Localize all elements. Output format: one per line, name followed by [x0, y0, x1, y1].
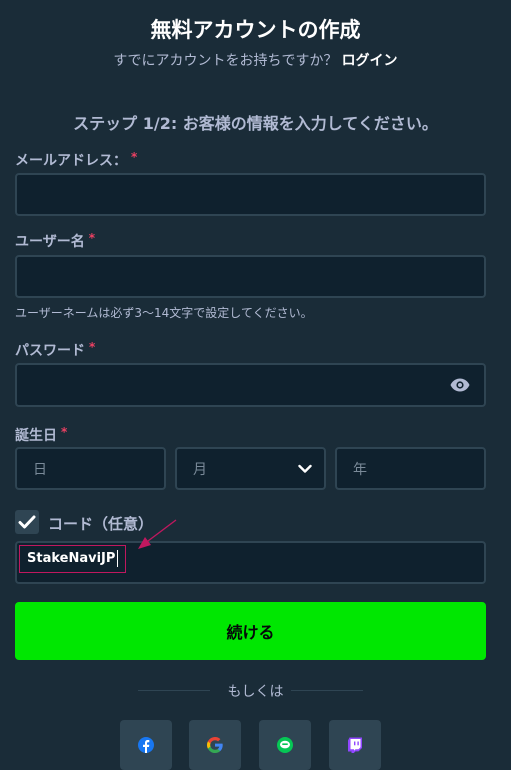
- username-hint: ユーザーネームは必ず3〜14文字で設定してください。: [15, 306, 313, 320]
- dob-label-text: 誕生日: [15, 428, 57, 444]
- code-highlight-box: StakeNaviJP: [19, 545, 126, 573]
- code-checkbox[interactable]: [15, 510, 39, 534]
- required-mark: *: [61, 425, 68, 439]
- continue-button[interactable]: 続ける: [15, 602, 486, 660]
- username-field[interactable]: [15, 255, 486, 298]
- dob-label: 誕生日 *: [15, 425, 67, 445]
- dob-day-placeholder: 日: [33, 461, 47, 478]
- text-cursor: [117, 550, 119, 567]
- annotation-arrow-icon: [138, 519, 177, 549]
- required-mark: *: [88, 231, 96, 245]
- divider-right: [291, 690, 363, 691]
- line-icon: [277, 737, 293, 753]
- login-prompt-text: すでにアカウントをお持ちですか？: [113, 53, 338, 69]
- google-login-button[interactable]: [189, 720, 241, 770]
- password-field[interactable]: [15, 363, 486, 407]
- login-link[interactable]: ログイン: [342, 53, 398, 69]
- google-icon: [207, 737, 223, 753]
- twitch-icon: [348, 737, 362, 753]
- code-input-value: StakeNaviJP: [27, 551, 116, 566]
- twitch-login-button[interactable]: [329, 720, 381, 770]
- username-label: ユーザー名 *: [15, 231, 95, 251]
- eye-icon[interactable]: [450, 378, 470, 392]
- dob-month-placeholder: 月: [193, 461, 207, 478]
- checkmark-icon: [18, 515, 36, 529]
- chevron-down-icon: [298, 464, 312, 473]
- dob-day-input[interactable]: 日: [15, 447, 166, 490]
- page-title: 無料アカウントの作成: [150, 18, 361, 42]
- required-mark: *: [89, 340, 96, 354]
- dob-month-select[interactable]: 月: [175, 447, 326, 490]
- line-login-button[interactable]: [259, 720, 311, 770]
- email-field[interactable]: [15, 173, 486, 216]
- signup-page: 無料アカウントの作成 すでにアカウントをお持ちですか？ ログイン ステップ 1/2…: [0, 0, 511, 770]
- facebook-icon: [138, 737, 154, 753]
- login-prompt: すでにアカウントをお持ちですか？ ログイン: [0, 50, 511, 70]
- username-label-text: ユーザー名: [15, 234, 85, 250]
- dob-year-input[interactable]: 年: [335, 447, 486, 490]
- code-input[interactable]: StakeNaviJP: [15, 541, 486, 584]
- required-mark: *: [131, 150, 138, 164]
- password-label-text: パスワード: [15, 343, 85, 359]
- or-divider-text: もしくは: [227, 684, 284, 700]
- step-heading: ステップ 1/2: お客様の情報を入力してください。: [73, 114, 438, 133]
- dob-year-placeholder: 年: [353, 461, 367, 478]
- email-label-text: メールアドレス：: [15, 153, 127, 169]
- email-label: メールアドレス： *: [15, 150, 137, 170]
- password-label: パスワード *: [15, 340, 95, 360]
- facebook-login-button[interactable]: [120, 720, 172, 770]
